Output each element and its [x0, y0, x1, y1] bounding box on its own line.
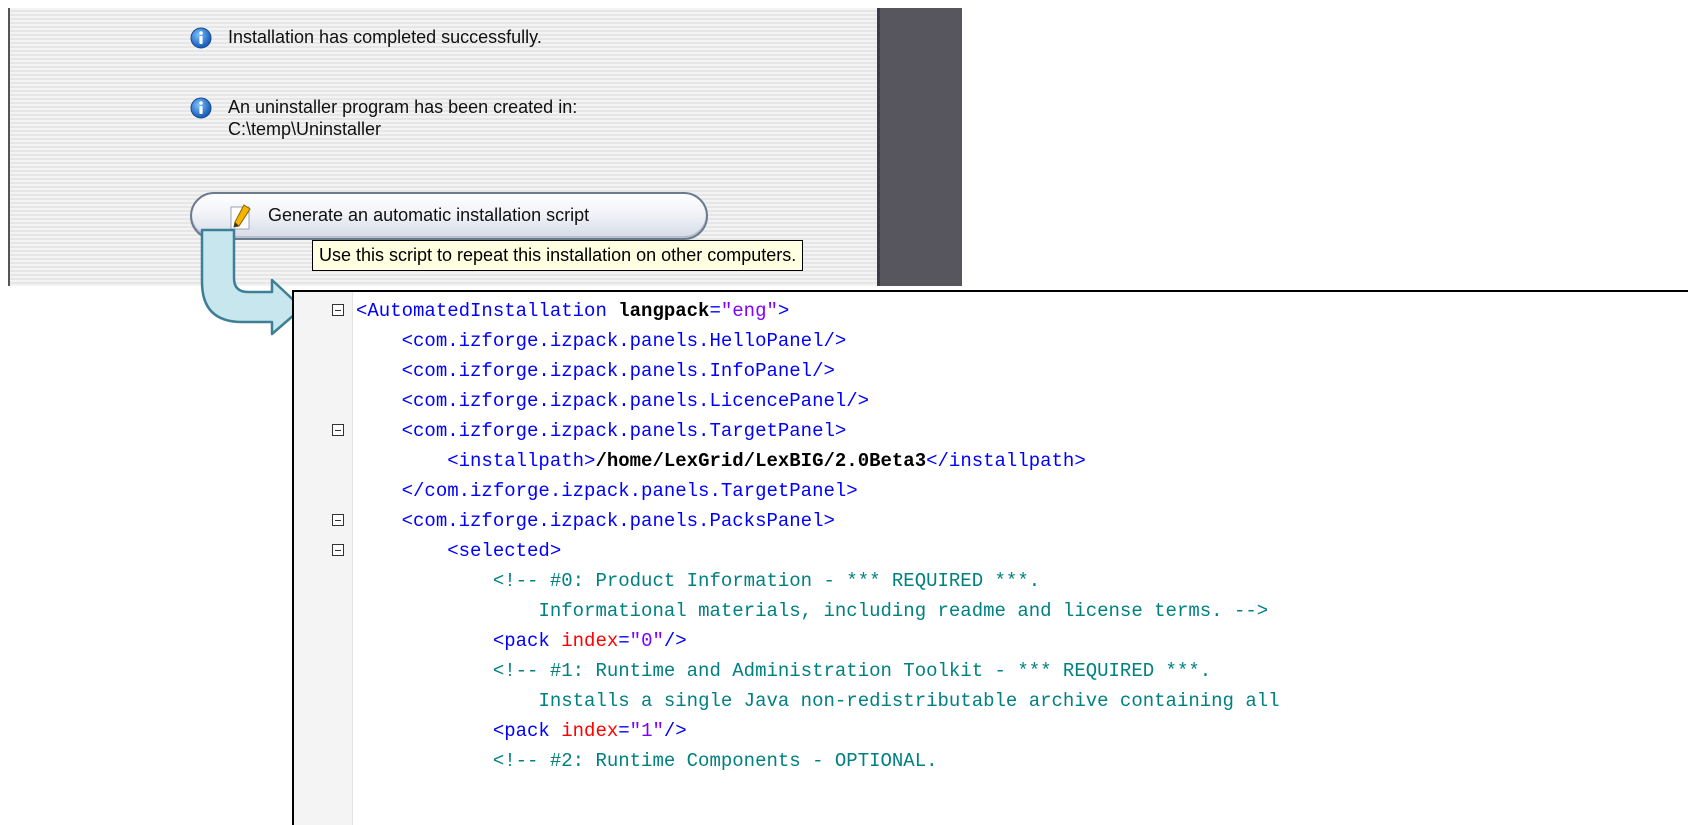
code-line[interactable]: <com.izforge.izpack.panels.InfoPanel/>: [294, 356, 1688, 386]
code-line[interactable]: <pack index="0"/>: [294, 626, 1688, 656]
code-token: <com.izforge.izpack.panels.TargetPanel>: [401, 420, 847, 442]
code-line[interactable]: <!-- #1: Runtime and Administration Tool…: [294, 656, 1688, 686]
code-token: <!-- #0: Product Information - *** REQUI…: [492, 570, 1041, 592]
success-message-text: Installation has completed successfully.: [228, 27, 542, 47]
code-text: Informational materials, including readm…: [356, 596, 1268, 626]
code-line[interactable]: <installpath>/home/LexGrid/LexBIG/2.0Bet…: [294, 446, 1688, 476]
code-token: =: [618, 720, 630, 742]
code-text: <!-- #2: Runtime Components - OPTIONAL.: [356, 746, 938, 776]
code-token: index: [549, 630, 619, 652]
fold-toggle-icon[interactable]: [332, 514, 344, 526]
xml-editor[interactable]: <AutomatedInstallation langpack="eng"> <…: [292, 290, 1688, 825]
code-text: <selected>: [356, 536, 561, 566]
code-token: <!-- #1: Runtime and Administration Tool…: [492, 660, 1212, 682]
fold-toggle-icon[interactable]: [332, 544, 344, 556]
code-text: <pack index="1"/>: [356, 716, 687, 746]
code-line[interactable]: <!-- #2: Runtime Components - OPTIONAL.: [294, 746, 1688, 776]
code-token: />: [663, 720, 687, 742]
code-token: index: [549, 720, 619, 742]
code-token: <pack: [492, 630, 550, 652]
code-token: <selected>: [447, 540, 562, 562]
code-token: langpack: [606, 300, 710, 322]
code-text: <!-- #1: Runtime and Administration Tool…: [356, 656, 1211, 686]
fold-toggle-icon[interactable]: [332, 304, 344, 316]
code-token: <com.izforge.izpack.panels.InfoPanel/>: [401, 360, 835, 382]
code-token: </com.izforge.izpack.panels.TargetPanel>: [401, 480, 858, 502]
code-token: <installpath>: [447, 450, 596, 472]
code-token: /home/LexGrid/LexBIG/2.0Beta3: [595, 450, 927, 472]
code-line[interactable]: Informational materials, including readm…: [294, 596, 1688, 626]
code-token: <com.izforge.izpack.panels.HelloPanel/>: [401, 330, 847, 352]
code-token: </installpath>: [926, 450, 1086, 472]
code-token: <com.izforge.izpack.panels.PacksPanel>: [401, 510, 835, 532]
code-token: =: [709, 300, 721, 322]
code-token: <AutomatedInstallation: [356, 300, 607, 322]
code-token: >: [777, 300, 790, 322]
uninstaller-message: An uninstaller program has been created …: [190, 96, 577, 140]
code-text: <pack index="0"/>: [356, 626, 687, 656]
code-token: <!-- #2: Runtime Components - OPTIONAL.: [492, 750, 938, 772]
success-message: Installation has completed successfully.: [190, 26, 542, 49]
code-token: <pack: [492, 720, 550, 742]
code-text: <com.izforge.izpack.panels.HelloPanel/>: [356, 326, 847, 356]
code-line[interactable]: <com.izforge.izpack.panels.HelloPanel/>: [294, 326, 1688, 356]
code-line[interactable]: <com.izforge.izpack.panels.PacksPanel>: [294, 506, 1688, 536]
code-line[interactable]: <com.izforge.izpack.panels.LicencePanel/…: [294, 386, 1688, 416]
code-line[interactable]: <pack index="1"/>: [294, 716, 1688, 746]
code-line[interactable]: <!-- #0: Product Information - *** REQUI…: [294, 566, 1688, 596]
code-token: "1": [629, 720, 664, 742]
code-line[interactable]: <selected>: [294, 536, 1688, 566]
code-token: "eng": [720, 300, 778, 322]
code-text: </com.izforge.izpack.panels.TargetPanel>: [356, 476, 858, 506]
uninstaller-path: C:\temp\Uninstaller: [228, 119, 382, 139]
fold-toggle-icon[interactable]: [332, 424, 344, 436]
installer-sidebar: [877, 8, 962, 286]
code-line[interactable]: <com.izforge.izpack.panels.TargetPanel>: [294, 416, 1688, 446]
uninstaller-message-text: An uninstaller program has been created …: [228, 97, 578, 117]
code-token: Installs a single Java non-redistributab…: [538, 690, 1280, 712]
code-text: Installs a single Java non-redistributab…: [356, 686, 1280, 716]
code-token: <com.izforge.izpack.panels.LicencePanel/…: [401, 390, 870, 412]
code-text: <!-- #0: Product Information - *** REQUI…: [356, 566, 1040, 596]
code-line[interactable]: Installs a single Java non-redistributab…: [294, 686, 1688, 716]
info-icon: [190, 97, 212, 119]
code-token: />: [663, 630, 687, 652]
code-text: <com.izforge.izpack.panels.InfoPanel/>: [356, 356, 835, 386]
code-text: <com.izforge.izpack.panels.TargetPanel>: [356, 416, 847, 446]
code-line[interactable]: <AutomatedInstallation langpack="eng">: [294, 296, 1688, 326]
code-token: =: [618, 630, 630, 652]
code-token: "0": [629, 630, 664, 652]
code-token: Informational materials, including readm…: [538, 600, 1269, 622]
code-text: <installpath>/home/LexGrid/LexBIG/2.0Bet…: [356, 446, 1086, 476]
code-text: <com.izforge.izpack.panels.PacksPanel>: [356, 506, 835, 536]
tooltip: Use this script to repeat this installat…: [312, 240, 804, 271]
code-line[interactable]: </com.izforge.izpack.panels.TargetPanel>: [294, 476, 1688, 506]
code-text: <com.izforge.izpack.panels.LicencePanel/…: [356, 386, 869, 416]
info-icon: [190, 27, 212, 49]
code-text: <AutomatedInstallation langpack="eng">: [356, 296, 789, 326]
generate-script-label: Generate an automatic installation scrip…: [268, 205, 590, 225]
